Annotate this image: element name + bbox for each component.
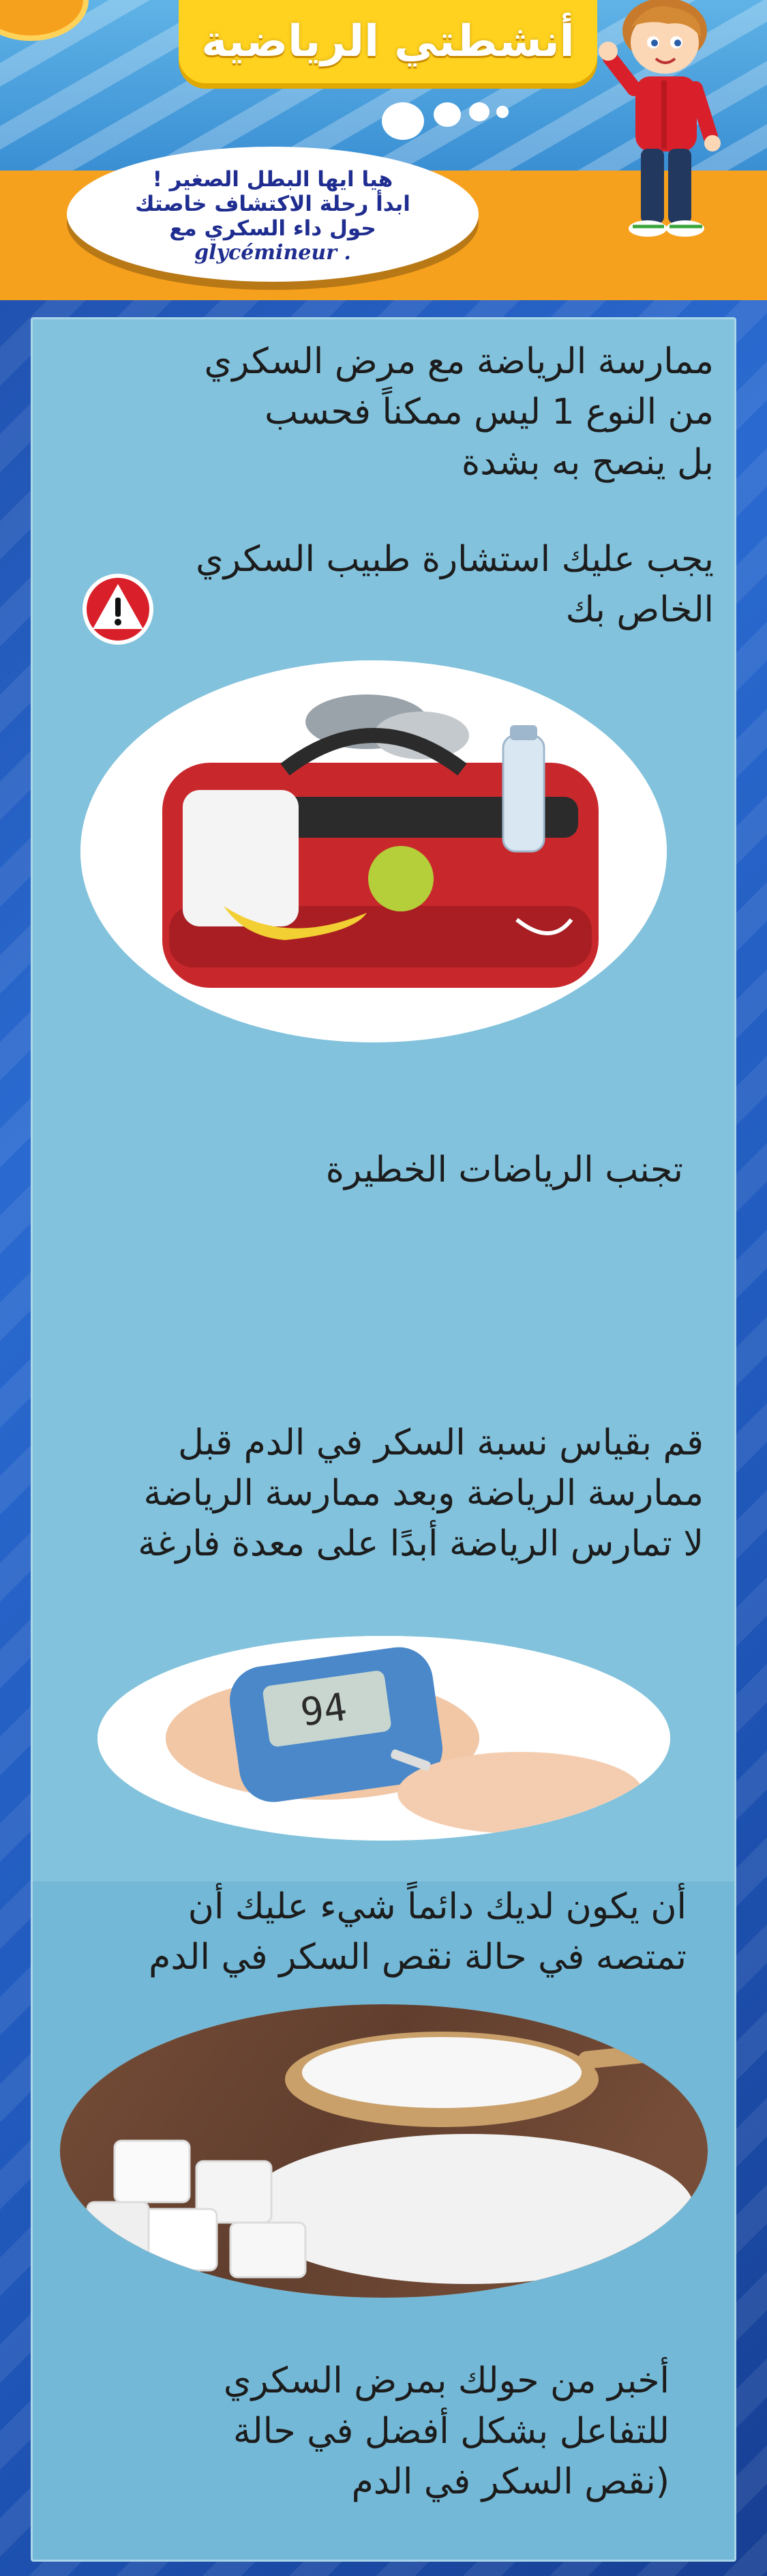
tell-line-1: أخبر من حولك بمرض السكري	[223, 2360, 670, 2401]
bubble-line-3: حول داء السكري مع	[169, 216, 376, 241]
measure-text: قم بقياس نسبة السكر في الدم قبل ممارسة ا…	[49, 1418, 704, 1569]
tell-text: أخبر من حولك بمرض السكري للتفاعل بشكل أف…	[56, 2356, 670, 2507]
intro-text: ممارسة الرياضة مع مرض السكري من النوع 1 …	[59, 336, 715, 488]
sugar-line-2: تمتصه في حالة نقص السكر في الدم	[149, 1937, 687, 1978]
bubble-line-2: ابدأ رحلة الاكتشاف خاصتك	[135, 192, 410, 216]
boy-mascot	[599, 0, 721, 237]
intro-line-1: ممارسة الرياضة مع مرض السكري	[204, 341, 715, 382]
glucometer-reading: 94	[298, 1685, 350, 1736]
sugar-text: أن يكون لديك دائماً شيء عليك أن تمتصه في…	[46, 1882, 687, 1982]
intro-line-3: بل ينصح به بشدة	[461, 442, 714, 483]
glucometer-image: 94	[97, 1636, 670, 1841]
doctor-line-2: الخاص بك	[565, 589, 714, 630]
tell-line-3: (نقص السكر في الدم	[351, 2461, 670, 2502]
doctor-text: يجب عليك استشارة طبيب السكري الخاص بك	[155, 534, 714, 635]
avoid-text: تجنب الرياضات الخطيرة	[70, 1145, 683, 1195]
avoid-line-1: تجنب الرياضات الخطيرة	[325, 1150, 683, 1190]
doctor-line-1: يجب عليك استشارة طبيب السكري	[196, 539, 714, 580]
speech-bubble: هيا ايها البطل الصغير ! ابدأ رحلة الاكتش…	[67, 147, 479, 282]
measure-line-2: ممارسة الرياضة وبعد ممارسة الرياضة	[143, 1473, 704, 1514]
title-banner: أنشطتي الرياضية	[179, 0, 597, 83]
thought-dot-small	[469, 102, 490, 121]
content-panel: ممارسة الرياضة مع مرض السكري من النوع 1 …	[31, 317, 736, 2562]
measure-line-3: لا تمارس الرياضة أبدًا على معدة فارغة	[138, 1523, 704, 1564]
measure-line-1: قم بقياس نسبة السكر في الدم قبل	[178, 1422, 704, 1463]
warning-icon	[82, 574, 153, 645]
sports-bag-image	[80, 660, 667, 1042]
thought-dot-large	[382, 102, 424, 140]
thought-dot-medium	[434, 102, 461, 127]
bubble-brand: glycémineur .	[194, 241, 351, 265]
page-title: أنشطتي الرياضية	[201, 16, 575, 67]
tell-line-2: للتفاعل بشكل أفضل في حالة	[232, 2411, 670, 2452]
sugar-image	[60, 2004, 708, 2298]
thought-dot-tiny	[496, 106, 509, 118]
bubble-line-1: هيا ايها البطل الصغير !	[152, 167, 393, 192]
sugar-line-1: أن يكون لديك دائماً شيء عليك أن	[187, 1886, 687, 1927]
corner-logo-badge	[0, 0, 89, 41]
intro-line-2: من النوع 1 ليس ممكناً فحسب	[265, 392, 714, 433]
